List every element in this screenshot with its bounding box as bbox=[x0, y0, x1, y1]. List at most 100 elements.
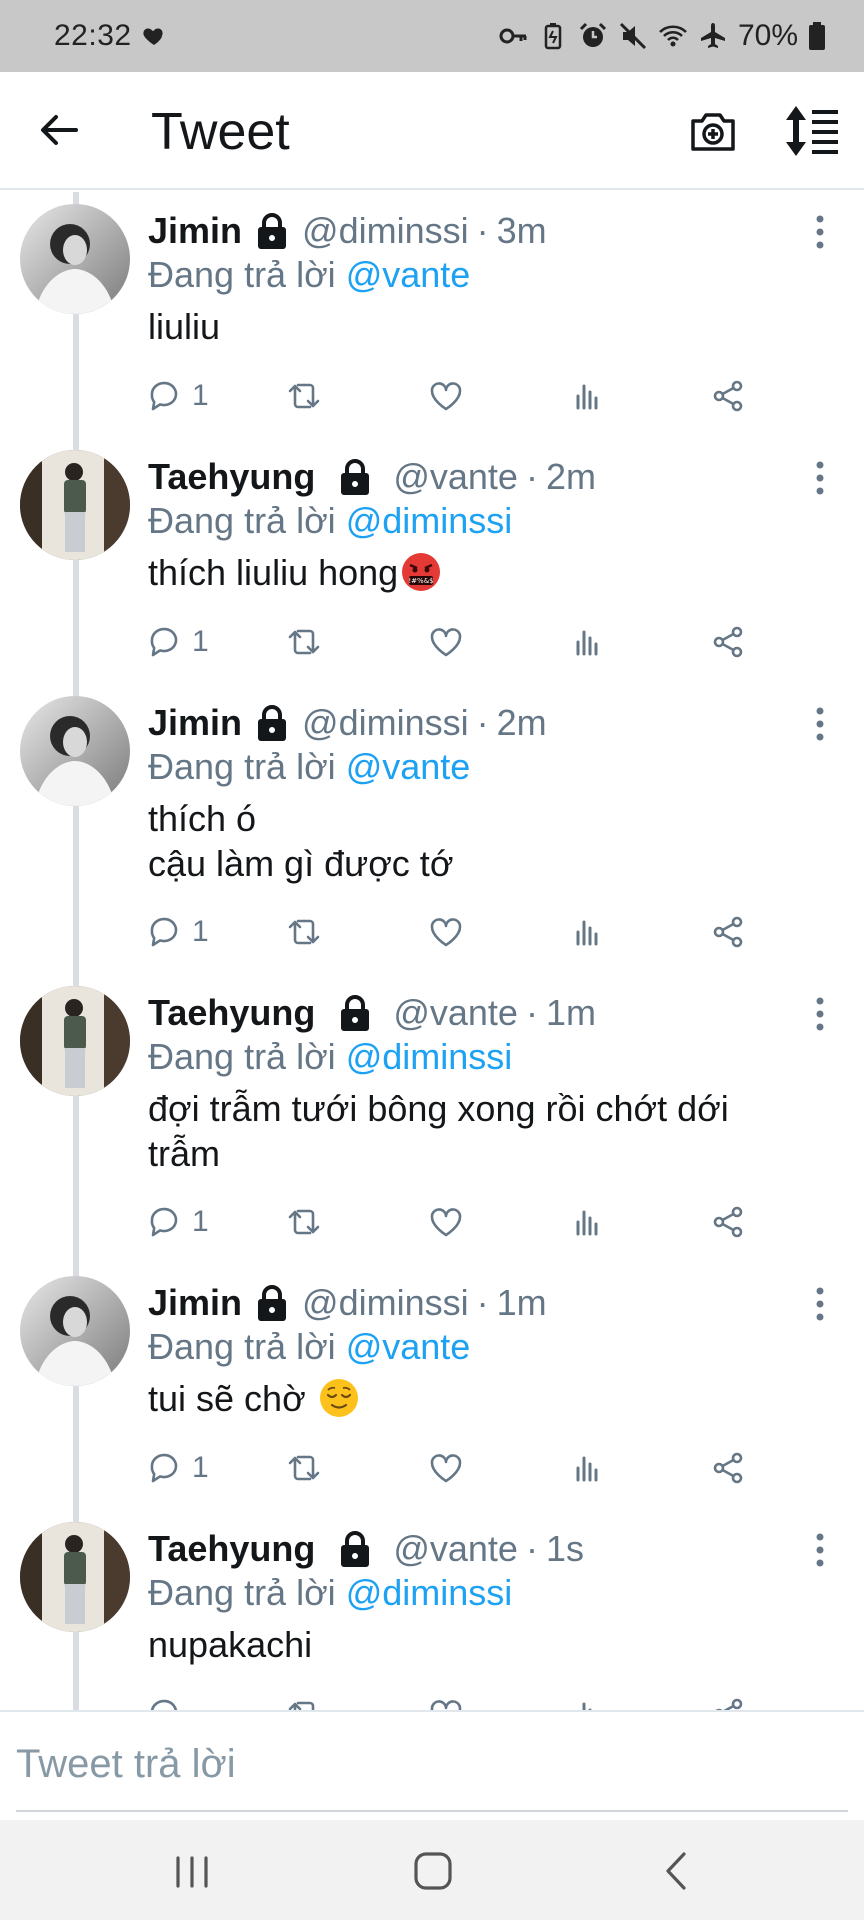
avatar[interactable] bbox=[20, 986, 130, 1096]
retweet-button[interactable] bbox=[286, 374, 322, 418]
like-button[interactable] bbox=[428, 910, 464, 954]
tweet-timestamp: 1m bbox=[545, 992, 596, 1033]
status-icons: 70% bbox=[498, 19, 826, 53]
avatar[interactable] bbox=[20, 450, 130, 560]
recent-apps-icon[interactable] bbox=[170, 1852, 214, 1892]
more-options-icon[interactable] bbox=[808, 458, 832, 498]
tweet-actions: 1 bbox=[146, 910, 766, 954]
author-name[interactable]: Jimin bbox=[148, 210, 242, 252]
avatar[interactable] bbox=[20, 696, 130, 806]
reply-count: 1 bbox=[192, 1205, 209, 1238]
camera-plus-icon[interactable] bbox=[688, 106, 738, 156]
mute-icon bbox=[619, 22, 647, 50]
like-button[interactable] bbox=[428, 1692, 464, 1710]
more-options-icon[interactable] bbox=[808, 994, 832, 1034]
tweet-actions: 1 bbox=[146, 374, 766, 418]
tweet-header: Taehyung @vante · 2m bbox=[148, 456, 596, 498]
tweet-header: Taehyung @vante · 1m bbox=[148, 992, 596, 1034]
author-name[interactable]: Taehyung bbox=[148, 1528, 315, 1570]
share-button[interactable] bbox=[710, 1692, 746, 1710]
author-name[interactable]: Taehyung bbox=[148, 992, 315, 1034]
thread-connector bbox=[73, 192, 79, 1710]
retweet-button[interactable] bbox=[286, 1200, 322, 1244]
tweet-timestamp: 1s bbox=[545, 1528, 584, 1569]
heart-outline-icon bbox=[430, 1208, 462, 1237]
author-name[interactable]: Taehyung bbox=[148, 456, 315, 498]
lock-icon bbox=[258, 213, 287, 249]
sort-icon[interactable] bbox=[784, 104, 840, 158]
separator-dot: · bbox=[476, 1282, 489, 1323]
tweet-text-line: tui sẽ chờ bbox=[148, 1378, 306, 1419]
bar-chart-icon bbox=[576, 384, 598, 410]
author-handle[interactable]: @diminssi bbox=[302, 210, 469, 252]
mention-link[interactable]: @vante bbox=[346, 254, 471, 295]
retweet-icon bbox=[288, 383, 320, 409]
reply-input[interactable] bbox=[16, 1734, 846, 1794]
mention-link[interactable]: @diminssi bbox=[346, 1572, 513, 1613]
home-icon[interactable] bbox=[410, 1848, 456, 1894]
author-handle[interactable]: @vante bbox=[393, 456, 518, 498]
like-button[interactable] bbox=[428, 374, 464, 418]
more-options-icon[interactable] bbox=[808, 1284, 832, 1324]
reply-button[interactable]: 1 bbox=[146, 374, 209, 418]
analytics-button[interactable] bbox=[570, 910, 606, 954]
back-icon[interactable] bbox=[656, 1848, 696, 1894]
retweet-button[interactable] bbox=[286, 1446, 322, 1490]
avatar[interactable] bbox=[20, 1522, 130, 1632]
author-name[interactable]: Jimin bbox=[148, 702, 242, 744]
battery-percent: 70% bbox=[737, 19, 798, 52]
reply-button[interactable]: 1 bbox=[146, 1200, 209, 1244]
separator-dot: · bbox=[476, 210, 489, 251]
bar-chart-icon bbox=[576, 630, 598, 656]
more-options-icon[interactable] bbox=[808, 704, 832, 744]
author-name[interactable]: Jimin bbox=[148, 1282, 242, 1324]
reply-button[interactable] bbox=[146, 1692, 182, 1710]
reply-button[interactable]: 1 bbox=[146, 620, 209, 664]
retweet-button[interactable] bbox=[286, 620, 322, 664]
like-button[interactable] bbox=[428, 1446, 464, 1490]
author-handle[interactable]: @vante bbox=[393, 1528, 518, 1570]
analytics-button[interactable] bbox=[570, 1446, 606, 1490]
bar-chart-icon bbox=[576, 1456, 598, 1482]
tweet-text: thích ó cậu làm gì được tớ bbox=[148, 796, 808, 886]
like-button[interactable] bbox=[428, 620, 464, 664]
share-icon bbox=[713, 916, 743, 948]
more-options-icon[interactable] bbox=[808, 1530, 832, 1570]
replying-to: Đang trả lời @vante bbox=[148, 1326, 470, 1368]
analytics-button[interactable] bbox=[570, 1200, 606, 1244]
mention-link[interactable]: @diminssi bbox=[346, 500, 513, 541]
tweet-thread[interactable]: Jimin @diminssi · 3m Đang trả lời @vante… bbox=[0, 192, 864, 1710]
tweet-text-line-2: trẫm bbox=[148, 1133, 220, 1174]
replying-prefix: Đang trả lời bbox=[148, 500, 336, 541]
share-button[interactable] bbox=[710, 1200, 746, 1244]
author-handle[interactable]: @diminssi bbox=[302, 702, 469, 744]
analytics-button[interactable] bbox=[570, 620, 606, 664]
share-button[interactable] bbox=[710, 1446, 746, 1490]
wifi-icon bbox=[659, 25, 687, 47]
retweet-icon bbox=[288, 1209, 320, 1235]
mention-link[interactable]: @diminssi bbox=[346, 1036, 513, 1077]
share-button[interactable] bbox=[710, 620, 746, 664]
share-button[interactable] bbox=[710, 374, 746, 418]
lock-icon bbox=[341, 1531, 370, 1567]
like-button[interactable] bbox=[428, 1200, 464, 1244]
mention-link[interactable]: @vante bbox=[346, 746, 471, 787]
retweet-button[interactable] bbox=[286, 1692, 322, 1710]
reply-icon bbox=[150, 917, 178, 947]
reply-icon bbox=[150, 1207, 178, 1237]
mention-link[interactable]: @vante bbox=[346, 1326, 471, 1367]
analytics-button[interactable] bbox=[570, 1692, 606, 1710]
reply-button[interactable]: 1 bbox=[146, 910, 209, 954]
more-options-icon[interactable] bbox=[808, 212, 832, 252]
reply-button[interactable]: 1 bbox=[146, 1446, 209, 1490]
share-button[interactable] bbox=[710, 910, 746, 954]
author-handle[interactable]: @vante bbox=[393, 992, 518, 1034]
arrow-left-icon[interactable] bbox=[36, 108, 80, 152]
analytics-button[interactable] bbox=[570, 374, 606, 418]
avatar[interactable] bbox=[20, 1276, 130, 1386]
airplane-icon bbox=[700, 23, 725, 48]
author-handle[interactable]: @diminssi bbox=[302, 1282, 469, 1324]
retweet-button[interactable] bbox=[286, 910, 322, 954]
avatar[interactable] bbox=[20, 204, 130, 314]
status-bar: 22:32 70% bbox=[0, 0, 864, 72]
